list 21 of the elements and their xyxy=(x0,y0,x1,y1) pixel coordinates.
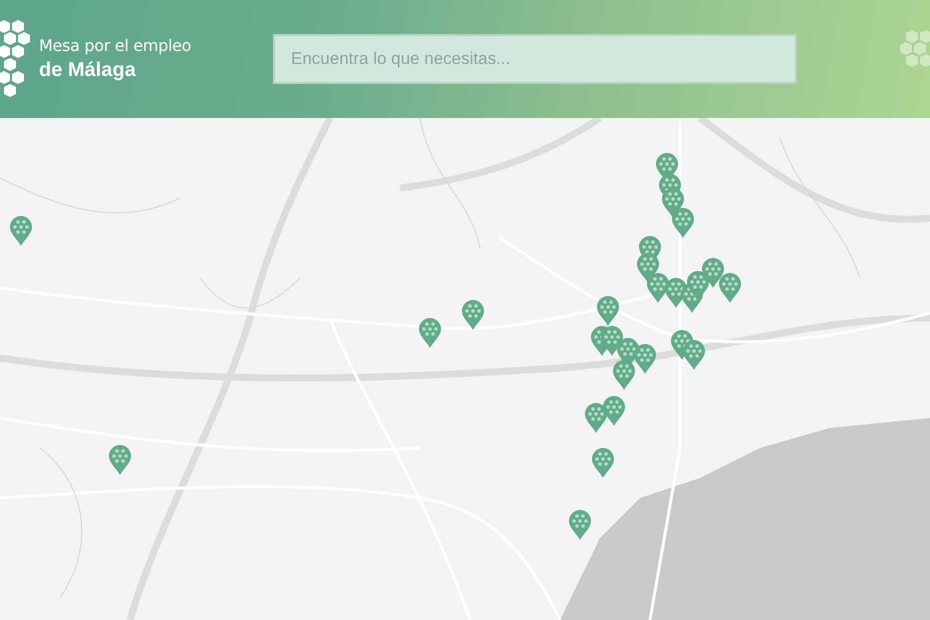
map-pin-icon[interactable] xyxy=(672,208,694,238)
map-pin-icon[interactable] xyxy=(569,510,591,540)
hexagon-logo-icon xyxy=(0,20,30,98)
logo-text: de Málaga xyxy=(39,58,137,83)
map-pin-cluster-icon[interactable] xyxy=(656,153,684,218)
map-pin-icon[interactable] xyxy=(719,273,741,303)
map-pin-icon[interactable] xyxy=(597,296,619,326)
map-pin-icon[interactable] xyxy=(603,396,625,426)
map-pin-icon[interactable] xyxy=(10,216,32,246)
map-pin-icon[interactable] xyxy=(462,300,484,330)
map-pin-icon[interactable] xyxy=(647,273,669,303)
map-pin-icon[interactable] xyxy=(613,360,635,390)
logo-text: Mesa por el empleo xyxy=(39,35,192,57)
search-field[interactable]: Encuentra lo que necesitas... xyxy=(273,34,797,84)
map-pin-icon[interactable] xyxy=(109,445,131,475)
map-pin-cluster-icon[interactable] xyxy=(591,326,623,356)
map-pin-icon[interactable] xyxy=(687,271,709,301)
map-pin-icon[interactable] xyxy=(592,448,614,478)
map-pin-icon[interactable] xyxy=(419,318,441,348)
map-pin-icon[interactable] xyxy=(585,403,607,433)
map-pin-icon[interactable] xyxy=(683,340,705,370)
